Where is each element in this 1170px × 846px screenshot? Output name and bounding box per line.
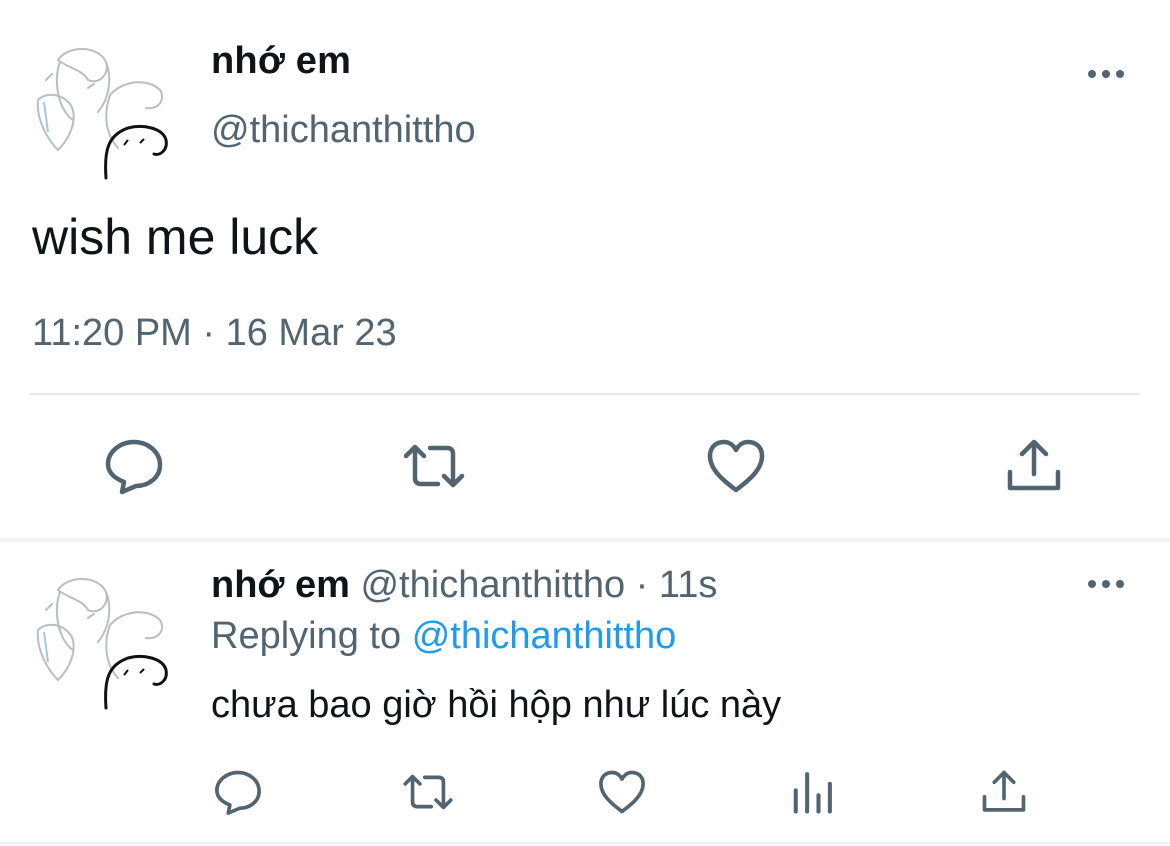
display-name[interactable]: nhớ em [211,40,351,83]
avatar[interactable] [28,40,178,185]
reply-icon[interactable] [212,766,264,818]
replying-to: Replying to @thichanthittho [211,615,676,658]
retweet-icon[interactable] [402,434,466,498]
handle[interactable]: @thichanthittho [360,564,625,606]
more-options-icon[interactable] [1084,56,1128,92]
avatar[interactable] [28,570,178,715]
like-icon[interactable] [596,766,648,818]
tweet-timestamp[interactable]: 11:20 PM · 16 Mar 23 [32,312,397,355]
share-icon[interactable] [978,766,1030,818]
reply-icon[interactable] [102,434,166,498]
reply-text: chưa bao giờ hồi hộp như lúc này [211,684,782,726]
replying-to-label: Replying to [211,615,402,657]
separator: · [625,564,659,606]
avatar-sketch-icon [36,578,168,710]
like-icon[interactable] [704,434,768,498]
more-options-icon[interactable] [1084,566,1128,602]
retweet-icon[interactable] [402,766,454,818]
section-divider [0,538,1170,542]
divider [0,842,1170,844]
avatar-sketch-icon [36,48,168,180]
handle[interactable]: @thichanthittho [211,109,476,152]
reply-header: nhớ em @thichanthittho · 11s [211,564,717,607]
share-icon[interactable] [1002,434,1066,498]
replying-to-handle[interactable]: @thichanthittho [412,615,677,657]
divider [30,393,1140,395]
time-ago[interactable]: 11s [659,564,717,606]
tweet-text: wish me luck [32,209,319,265]
analytics-icon[interactable] [786,766,838,818]
display-name[interactable]: nhớ em [211,564,350,606]
